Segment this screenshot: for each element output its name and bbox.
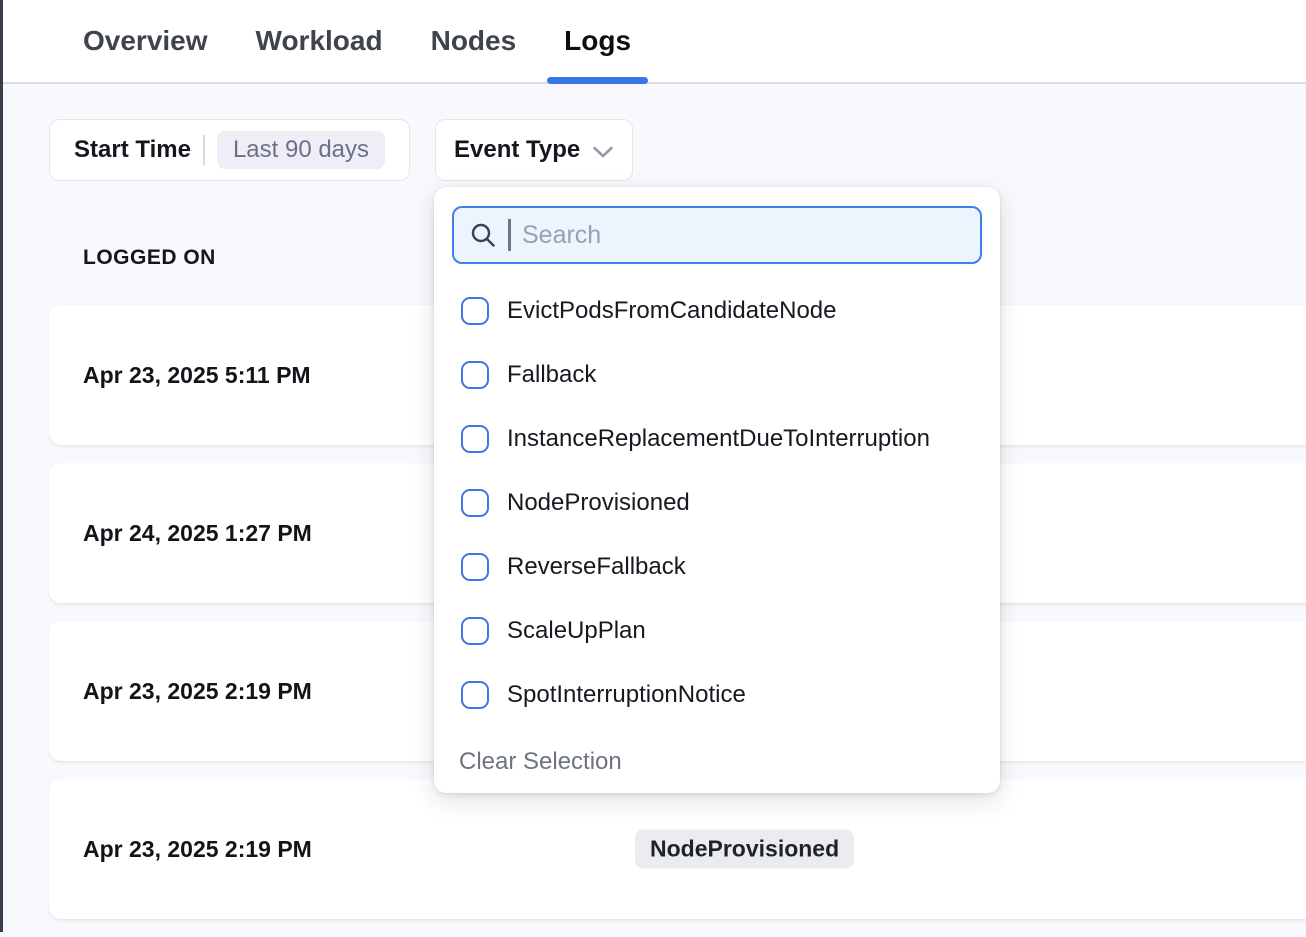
- event-type-filter-button[interactable]: Event Type: [435, 119, 633, 181]
- checkbox[interactable]: [461, 681, 489, 709]
- option-label: InstanceReplacementDueToInterruption: [507, 425, 930, 453]
- start-time-label: Start Time: [74, 136, 191, 164]
- active-tab-underline: [547, 77, 648, 84]
- tab-nodes-label: Nodes: [431, 25, 517, 57]
- option-reversefallback[interactable]: ReverseFallback: [434, 535, 1000, 599]
- event-type-dropdown: EvictPodsFromCandidateNode Fallback Inst…: [434, 187, 1000, 793]
- tab-nodes[interactable]: Nodes: [414, 0, 534, 82]
- checkbox[interactable]: [461, 489, 489, 517]
- logged-on-value: Apr 23, 2025 2:19 PM: [83, 678, 312, 705]
- option-label: ReverseFallback: [507, 553, 686, 581]
- logged-on-value: Apr 23, 2025 5:11 PM: [83, 362, 311, 389]
- event-type-options: EvictPodsFromCandidateNode Fallback Inst…: [434, 264, 1000, 727]
- tab-overview-label: Overview: [83, 25, 208, 57]
- checkbox[interactable]: [461, 617, 489, 645]
- checkbox[interactable]: [461, 361, 489, 389]
- column-header-logged-on: LOGGED ON: [83, 246, 216, 270]
- option-spotinterruptionnotice[interactable]: SpotInterruptionNotice: [434, 663, 1000, 727]
- checkbox[interactable]: [461, 553, 489, 581]
- option-label: SpotInterruptionNotice: [507, 681, 746, 709]
- option-instancereplacementduetointerruption[interactable]: InstanceReplacementDueToInterruption: [434, 407, 1000, 471]
- tab-bar: Overview Workload Nodes Logs: [3, 0, 1306, 84]
- event-type-badge: NodeProvisioned: [635, 830, 854, 869]
- tab-workload-label: Workload: [256, 25, 383, 57]
- start-time-value-pill: Last 90 days: [217, 131, 385, 169]
- logs-page: Overview Workload Nodes Logs Start Time …: [0, 0, 1306, 932]
- sidebar-edge: [0, 0, 3, 932]
- search-icon: [469, 221, 497, 249]
- option-evictpodsfromcandidatenode[interactable]: EvictPodsFromCandidateNode: [434, 279, 1000, 343]
- tab-overview[interactable]: Overview: [66, 0, 225, 82]
- clear-selection-link[interactable]: Clear Selection: [459, 748, 622, 776]
- option-label: ScaleUpPlan: [507, 617, 646, 645]
- tab-logs-label: Logs: [564, 25, 631, 57]
- tabs: Overview Workload Nodes Logs: [3, 0, 1306, 82]
- filter-divider: [203, 135, 205, 165]
- option-nodeprovisioned[interactable]: NodeProvisioned: [434, 471, 1000, 535]
- start-time-filter-button[interactable]: Start Time Last 90 days: [49, 119, 410, 181]
- option-label: NodeProvisioned: [507, 489, 690, 517]
- checkbox[interactable]: [461, 425, 489, 453]
- option-fallback[interactable]: Fallback: [434, 343, 1000, 407]
- dropdown-search-box[interactable]: [452, 206, 982, 264]
- text-cursor: [508, 219, 511, 251]
- search-input[interactable]: [522, 221, 965, 250]
- table-row[interactable]: Apr 23, 2025 2:19 PM NodeProvisioned: [49, 779, 1306, 919]
- option-label: Fallback: [507, 361, 596, 389]
- logged-on-value: Apr 24, 2025 1:27 PM: [83, 520, 312, 547]
- tab-workload[interactable]: Workload: [239, 0, 400, 82]
- logged-on-value: Apr 23, 2025 2:19 PM: [83, 836, 312, 863]
- checkbox[interactable]: [461, 297, 489, 325]
- chevron-down-icon: [592, 145, 614, 159]
- event-type-label: Event Type: [454, 136, 580, 164]
- tab-logs[interactable]: Logs: [547, 0, 648, 82]
- option-scaleupplan[interactable]: ScaleUpPlan: [434, 599, 1000, 663]
- option-label: EvictPodsFromCandidateNode: [507, 297, 837, 325]
